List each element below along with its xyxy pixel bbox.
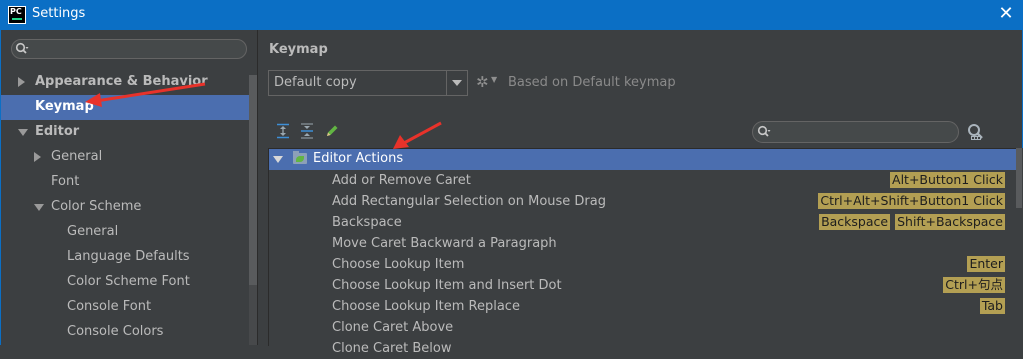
keymap-scheme-select[interactable]: Default copy bbox=[268, 70, 468, 96]
shortcut-list: Alt+Button1 Click bbox=[890, 172, 1005, 188]
sidebar-item[interactable]: Language Defaults bbox=[1, 245, 257, 270]
shortcut-badge: Alt+Button1 Click bbox=[890, 172, 1005, 188]
sidebar-item[interactable]: Console Font bbox=[1, 295, 257, 320]
sidebar-item-label: General bbox=[67, 224, 119, 239]
search-icon bbox=[757, 125, 771, 137]
action-name: Add Rectangular Selection on Mouse Drag bbox=[332, 194, 606, 209]
group-row-editor-actions[interactable]: Editor Actions bbox=[269, 149, 1017, 170]
action-name: Clone Caret Above bbox=[332, 320, 454, 335]
sidebar-item-label: Language Defaults bbox=[67, 249, 190, 264]
shortcut-list: Ctrl+句点 bbox=[943, 277, 1005, 293]
action-row[interactable]: Choose Lookup Item and Insert Dot Ctrl+句点 bbox=[269, 275, 1009, 296]
sidebar-scrollbar-thumb[interactable] bbox=[249, 75, 257, 285]
sidebar-item-label: Color Scheme bbox=[51, 199, 142, 214]
keymap-scheme-value: Default copy bbox=[274, 75, 357, 90]
gear-icon[interactable]: ✲ bbox=[476, 73, 489, 91]
sidebar-item-label: Color Scheme Font bbox=[67, 274, 190, 289]
find-by-shortcut-icon[interactable] bbox=[966, 122, 986, 142]
shortcut-badge: Enter bbox=[967, 256, 1005, 272]
chevron-down-icon bbox=[452, 80, 462, 86]
action-name: Choose Lookup Item Replace bbox=[332, 299, 520, 314]
expand-triangle-icon[interactable] bbox=[273, 156, 283, 163]
action-row[interactable]: Choose Lookup Item Replace Tab bbox=[269, 296, 1009, 317]
sidebar-item[interactable]: Color Scheme bbox=[1, 195, 257, 220]
action-name: Backspace bbox=[332, 215, 402, 230]
shortcut-badge: Shift+Backspace bbox=[895, 214, 1005, 230]
sidebar-item[interactable]: Font bbox=[1, 170, 257, 195]
title-bar: PC Settings ✕ bbox=[0, 0, 1023, 30]
edit-shortcut-icon[interactable] bbox=[324, 123, 340, 139]
sidebar-item[interactable]: Color Scheme Font bbox=[1, 270, 257, 295]
search-icon bbox=[15, 42, 29, 54]
action-row[interactable]: Move Caret Backward a Paragraph bbox=[269, 233, 1009, 254]
action-name: Choose Lookup Item bbox=[332, 257, 465, 272]
shortcut-badge: Tab bbox=[979, 298, 1005, 314]
action-name: Clone Caret Below bbox=[332, 341, 452, 356]
annotation-arrow-editor-actions bbox=[393, 121, 442, 149]
shortcut-badge: Ctrl+句点 bbox=[943, 277, 1005, 293]
window-title: Settings bbox=[32, 6, 86, 21]
based-on-label: Based on Default keymap bbox=[508, 75, 676, 90]
sidebar-item-label: Console Colors bbox=[67, 324, 164, 339]
group-label: Editor Actions bbox=[313, 151, 404, 166]
sidebar-item[interactable]: General bbox=[1, 220, 257, 245]
sidebar-item-label: Editor bbox=[35, 124, 80, 139]
splitter[interactable] bbox=[257, 30, 258, 345]
action-row[interactable]: Choose Lookup Item Enter bbox=[269, 254, 1009, 275]
dropdown-button[interactable] bbox=[446, 71, 467, 95]
shortcut-list: Backspace Shift+Backspace bbox=[819, 214, 1005, 230]
action-row[interactable]: Add Rectangular Selection on Mouse Drag C… bbox=[269, 191, 1009, 212]
collapsed-triangle-icon[interactable] bbox=[18, 77, 25, 87]
sidebar-item-label: Console Font bbox=[67, 299, 152, 314]
sidebar-item-label: General bbox=[51, 149, 103, 164]
action-name: Choose Lookup Item and Insert Dot bbox=[332, 278, 562, 293]
shortcut-list: Enter bbox=[967, 256, 1005, 272]
collapsed-triangle-icon[interactable] bbox=[34, 152, 41, 162]
keymap-filter-input[interactable] bbox=[752, 121, 959, 143]
action-row[interactable]: Clone Caret Above bbox=[269, 317, 1009, 338]
shortcut-list: Tab bbox=[979, 298, 1005, 314]
action-row[interactable]: Add or Remove Caret Alt+Button1 Click bbox=[269, 170, 1009, 191]
shortcut-badge: Backspace bbox=[819, 214, 891, 230]
sidebar-search-input[interactable] bbox=[11, 39, 247, 59]
caret-down-icon[interactable]: ▼ bbox=[491, 75, 497, 84]
sidebar-item-label: Font bbox=[51, 174, 80, 189]
expand-all-icon[interactable] bbox=[275, 123, 291, 139]
sidebar-item[interactable]: Console Colors bbox=[1, 320, 257, 345]
collapse-all-icon[interactable] bbox=[299, 123, 315, 139]
action-row[interactable]: Backspace Backspace Shift+Backspace bbox=[269, 212, 1009, 233]
expanded-triangle-icon[interactable] bbox=[18, 129, 28, 136]
close-icon[interactable]: ✕ bbox=[995, 3, 1017, 25]
sidebar-scrollbar[interactable] bbox=[249, 75, 257, 345]
actions-scrollbar-thumb[interactable] bbox=[1016, 148, 1022, 208]
page-title: Keymap bbox=[269, 42, 328, 57]
pycharm-logo-icon: PC bbox=[8, 6, 26, 24]
action-name: Add or Remove Caret bbox=[332, 173, 471, 188]
action-row[interactable]: Clone Caret Below bbox=[269, 338, 1009, 359]
shortcut-badge: Ctrl+Alt+Shift+Button1 Click bbox=[818, 193, 1005, 209]
action-name: Move Caret Backward a Paragraph bbox=[332, 236, 557, 251]
keymap-actions-tree: Editor Actions Add or Remove Caret Alt+Bu… bbox=[268, 148, 1017, 356]
sidebar-item[interactable]: General bbox=[1, 145, 257, 170]
folder-icon bbox=[293, 151, 307, 164]
expanded-triangle-icon[interactable] bbox=[34, 204, 44, 211]
shortcut-list: Ctrl+Alt+Shift+Button1 Click bbox=[818, 193, 1005, 209]
actions-scrollbar[interactable] bbox=[1016, 148, 1023, 345]
annotation-arrow-keymap bbox=[85, 82, 206, 107]
sidebar-item[interactable]: Editor bbox=[1, 120, 257, 145]
